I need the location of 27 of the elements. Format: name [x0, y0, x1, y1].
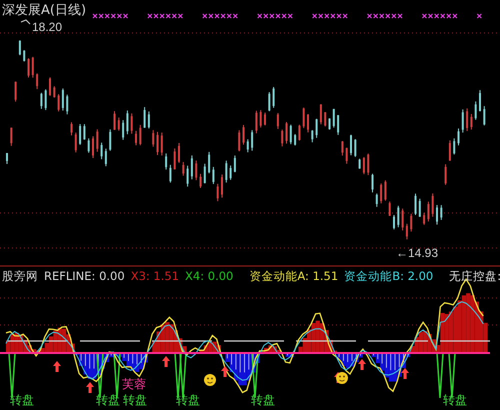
- up-arrow-icon: [401, 368, 409, 379]
- legend-item: X3: 1.51: [130, 269, 180, 284]
- signal-label: 转盘: [251, 393, 275, 407]
- up-arrow-icon: [86, 382, 94, 393]
- legend-item: 股旁网: [2, 269, 38, 284]
- signal-label: 转盘: [443, 393, 467, 407]
- up-arrow-icon: [221, 366, 229, 377]
- spike-line: [436, 352, 444, 399]
- legend-item: X4: 0.00: [185, 269, 234, 284]
- up-arrow-icon: [162, 356, 170, 367]
- legend-item: 资金动能B: 2.00: [344, 269, 434, 284]
- signal-label: 转盘: [96, 393, 120, 407]
- up-arrow-icon: [53, 361, 61, 372]
- up-arrow-icon: [358, 359, 366, 370]
- pointer-icon: [20, 19, 30, 24]
- signal-label: 芙蓉: [122, 377, 146, 391]
- signal-label: 转盘: [123, 393, 147, 407]
- signal-label: 转盘: [10, 393, 34, 407]
- legend-item: 无庄控盘:: [449, 269, 500, 284]
- low-price-label: ←14.93: [396, 246, 438, 260]
- signal-label: 转盘: [176, 393, 200, 407]
- legend-item: 资金动能A: 1.51: [249, 269, 338, 284]
- smiley-icon: [204, 374, 216, 386]
- high-price-label: 18.20: [32, 20, 62, 34]
- smiley-icon: [336, 372, 348, 384]
- legend-item: REFLINE: 0.00: [44, 269, 125, 284]
- chart-title: 深发展A(日线): [2, 3, 86, 18]
